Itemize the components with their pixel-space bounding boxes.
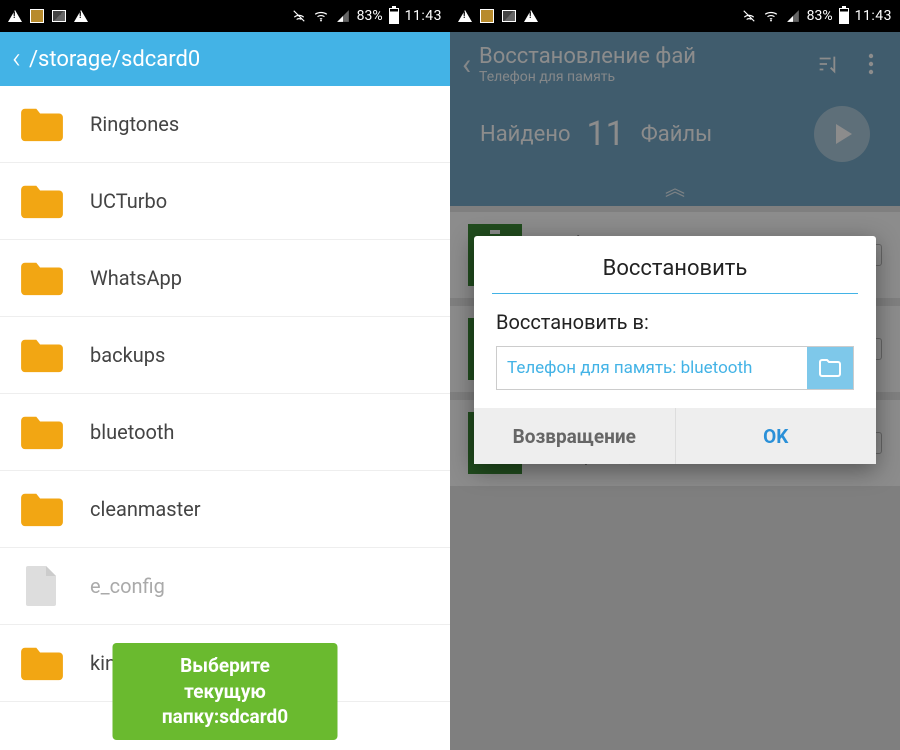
no-signal-icon	[291, 9, 307, 23]
list-item[interactable]: UCTurbo	[0, 163, 450, 240]
battery-text: 83%	[807, 8, 833, 24]
item-label: UCTurbo	[90, 189, 167, 213]
folder-icon	[18, 489, 66, 529]
clock-text: 11:43	[855, 8, 892, 24]
app-notification-icon	[30, 9, 44, 23]
file-icon	[18, 566, 66, 606]
list-item[interactable]: backups	[0, 317, 450, 394]
wifi-icon	[313, 9, 329, 23]
folder-icon	[18, 412, 66, 452]
folder-icon	[18, 335, 66, 375]
list-item[interactable]: WhatsApp	[0, 240, 450, 317]
status-bar: 83% 11:43	[450, 0, 900, 32]
recovery-screen: 83% 11:43 ‹ Восстановление фай Телефон д…	[450, 0, 900, 750]
item-label: WhatsApp	[90, 266, 182, 290]
folder-icon	[18, 181, 66, 221]
dialog-divider	[492, 293, 858, 294]
browse-folder-button[interactable]	[807, 347, 853, 389]
field-label: Восстановить в:	[496, 310, 854, 334]
item-label: Ringtones	[90, 112, 179, 136]
folder-icon	[18, 258, 66, 298]
list-item[interactable]: cleanmaster	[0, 471, 450, 548]
restore-dialog: Восстановить Восстановить в: Телефон для…	[474, 236, 876, 464]
battery-icon	[389, 8, 399, 24]
warning-icon	[74, 10, 88, 22]
destination-field: Телефон для память: bluetooth	[496, 346, 854, 390]
item-label: bluetooth	[90, 420, 174, 444]
folder-open-icon	[818, 358, 842, 378]
warning-icon	[458, 10, 472, 22]
item-label: backups	[90, 343, 165, 367]
dialog-title: Восстановить	[474, 236, 876, 293]
select-folder-button[interactable]: Выберите текущую папку:sdcard0	[113, 643, 338, 740]
item-label: e_config	[90, 574, 165, 598]
list-item[interactable]: Ringtones	[0, 86, 450, 163]
back-icon[interactable]: ‹	[12, 44, 21, 74]
battery-text: 83%	[357, 8, 383, 24]
cell-signal-icon	[785, 9, 801, 23]
warning-icon	[524, 10, 538, 22]
warning-icon	[8, 10, 22, 22]
destination-value[interactable]: Телефон для память: bluetooth	[497, 347, 807, 389]
dialog-buttons: Возвращение OK	[474, 408, 876, 464]
item-label: cleanmaster	[90, 497, 201, 521]
wifi-icon	[763, 9, 779, 23]
file-picker-screen: 83% 11:43 ‹ /storage/sdcard0 Ringtones UC…	[0, 0, 450, 750]
path-bar[interactable]: ‹ /storage/sdcard0	[0, 32, 450, 86]
status-bar: 83% 11:43	[0, 0, 450, 32]
current-path: /storage/sdcard0	[29, 47, 200, 72]
battery-icon	[839, 8, 849, 24]
folder-icon	[18, 643, 66, 683]
list-item[interactable]: e_config	[0, 548, 450, 625]
cell-signal-icon	[335, 9, 351, 23]
no-signal-icon	[741, 9, 757, 23]
cancel-button[interactable]: Возвращение	[474, 408, 676, 464]
folder-icon	[18, 104, 66, 144]
screenshot-icon	[502, 10, 516, 22]
clock-text: 11:43	[405, 8, 442, 24]
list-item[interactable]: bluetooth	[0, 394, 450, 471]
screenshot-icon	[52, 10, 66, 22]
ok-button[interactable]: OK	[676, 408, 877, 464]
app-notification-icon	[480, 9, 494, 23]
